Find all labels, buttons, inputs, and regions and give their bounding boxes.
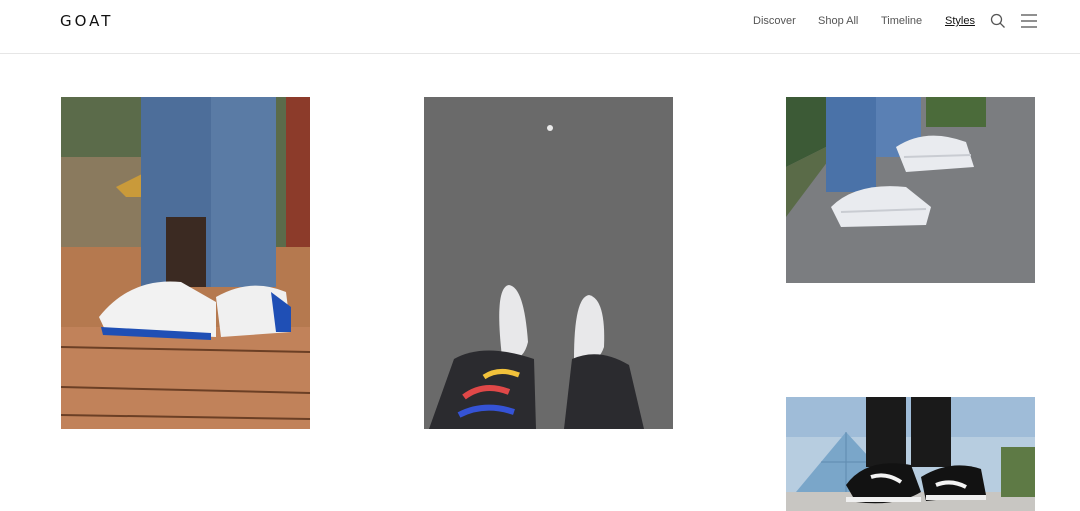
style-photo-2[interactable] [424,97,673,429]
style-photo-1[interactable] [61,97,310,429]
main-nav: Discover Shop All Timeline Styles [0,15,1080,35]
style-photo-4[interactable] [786,397,1035,511]
site-header: GOAT Discover Shop All Timeline Styles [0,0,1080,54]
nav-discover[interactable]: Discover [753,15,796,27]
nav-styles[interactable]: Styles [945,15,975,27]
style-photo-3[interactable] [786,97,1035,283]
search-icon[interactable] [990,13,1006,34]
nav-shop-all[interactable]: Shop All [818,15,858,27]
nav-timeline[interactable]: Timeline [881,15,922,27]
menu-icon[interactable] [1021,14,1037,33]
